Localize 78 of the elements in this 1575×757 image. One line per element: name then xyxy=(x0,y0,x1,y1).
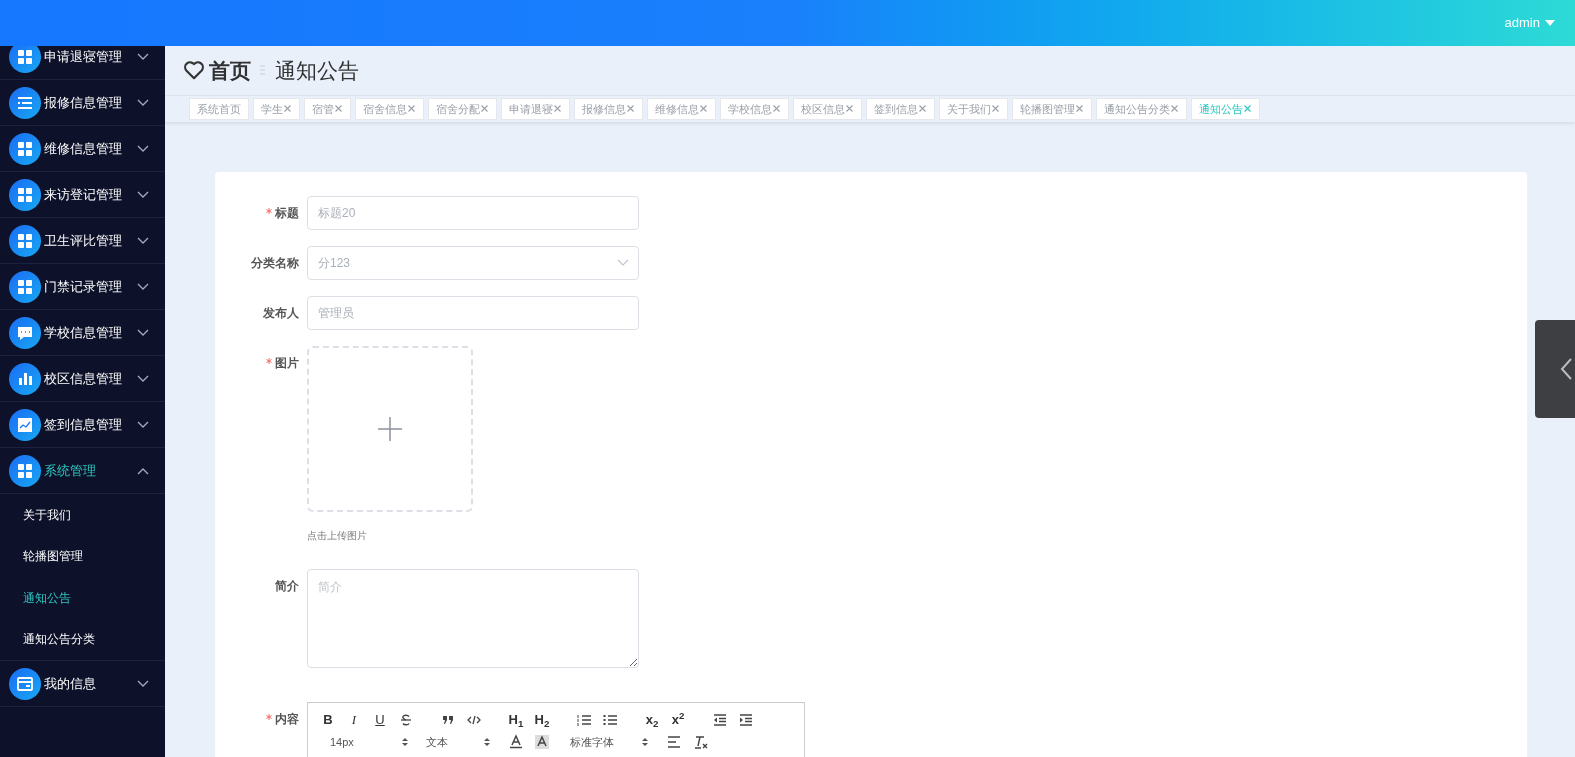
sidebar-item[interactable]: 维修信息管理 xyxy=(0,126,165,172)
submenu-item[interactable]: 通知公告分类 xyxy=(0,618,165,660)
format-button[interactable]: x$^{2}$ xyxy=(670,710,686,730)
sort-arrows-icon xyxy=(402,737,408,747)
highlight-icon[interactable] xyxy=(534,734,550,750)
field-label: 简介 xyxy=(275,578,299,595)
clear-format-icon[interactable] xyxy=(692,734,708,750)
chevron-down-icon xyxy=(137,236,149,245)
sidebar-item[interactable]: 系统管理 xyxy=(0,448,165,494)
sidebar-item[interactable]: 申请退寝管理 xyxy=(0,46,165,80)
chevron-down-icon xyxy=(137,679,149,688)
chat-icon xyxy=(9,316,41,349)
chevron-down-icon xyxy=(137,420,149,429)
field-label: 分类名称 xyxy=(251,255,299,272)
sidebar-item[interactable]: 校区信息管理 xyxy=(0,356,165,402)
side-panel-toggle[interactable] xyxy=(1535,320,1575,418)
chevron-down-icon xyxy=(137,282,149,291)
submenu-item[interactable]: 关于我们 xyxy=(0,494,165,536)
submenu-item[interactable]: 通知公告 xyxy=(0,577,165,619)
underline-button[interactable]: U xyxy=(372,710,388,730)
select-field[interactable]: 分123 xyxy=(307,246,639,280)
ordered-list-icon[interactable] xyxy=(576,712,592,728)
chevron-down-icon xyxy=(137,374,149,383)
field-label: 图片 xyxy=(275,355,299,372)
dropdown[interactable]: 文本 xyxy=(426,733,498,751)
format-button[interactable]: H$_{1}$ xyxy=(508,710,524,730)
bold-button[interactable]: B xyxy=(320,710,336,730)
chevron-down-icon xyxy=(137,98,149,107)
grid-icon xyxy=(9,178,41,211)
upload-hint: 点击上传图片 xyxy=(307,529,368,543)
sidebar-item[interactable]: 报修信息管理 xyxy=(0,80,165,126)
plus-icon xyxy=(377,416,403,442)
grid-icon xyxy=(9,132,41,165)
sidebar-item[interactable]: 我的信息 xyxy=(0,661,165,707)
grid-icon xyxy=(9,224,41,257)
grid-icon xyxy=(9,46,41,73)
dropdown[interactable]: 标准字体 xyxy=(570,733,656,751)
textarea-field[interactable]: 简介 xyxy=(307,569,639,668)
grid-icon xyxy=(9,270,41,303)
format-button[interactable]: H$_{2}$ xyxy=(534,710,550,730)
sort-arrows-icon xyxy=(484,737,490,747)
card-icon xyxy=(9,667,41,700)
caret-down-icon xyxy=(1545,20,1555,26)
chevron-down-icon xyxy=(617,259,629,267)
sidebar-item[interactable]: 签到信息管理 xyxy=(0,402,165,448)
outdent-icon[interactable] xyxy=(712,712,728,728)
field-label: 内容 xyxy=(275,711,299,728)
grid-icon xyxy=(9,454,41,487)
bar-chart-icon xyxy=(9,362,41,395)
font-color-icon[interactable] xyxy=(508,734,524,750)
italic-button[interactable]: I xyxy=(346,710,362,730)
chevron-down-icon xyxy=(137,328,149,337)
breadcrumb-home[interactable]: 首页 xyxy=(209,54,251,87)
chevron-up-icon xyxy=(137,466,149,475)
list-icon xyxy=(9,86,41,119)
line-chart-icon xyxy=(9,408,41,441)
chevron-down-icon xyxy=(137,190,149,199)
field-label: 标题 xyxy=(275,205,299,222)
input-field[interactable]: 标题20 xyxy=(307,196,639,230)
chevron-down-icon xyxy=(137,52,149,61)
sidebar-item[interactable]: 门禁记录管理 xyxy=(0,264,165,310)
sidebar-item[interactable]: 来访登记管理 xyxy=(0,172,165,218)
input-field[interactable]: 管理员 xyxy=(307,296,639,330)
align-left-icon[interactable] xyxy=(666,734,682,750)
chevron-down-icon xyxy=(137,144,149,153)
sidebar-item[interactable]: 卫生评比管理 xyxy=(0,218,165,264)
heart-icon xyxy=(183,60,205,81)
indent-icon[interactable] xyxy=(738,712,754,728)
submenu-item[interactable]: 轮播图管理 xyxy=(0,535,165,577)
breadcrumb-current: 通知公告 xyxy=(275,57,359,84)
strikethrough-icon[interactable] xyxy=(398,712,414,728)
bullet-list-icon[interactable] xyxy=(602,712,618,728)
sidebar-item[interactable]: 学校信息管理 xyxy=(0,310,165,356)
sort-arrows-icon xyxy=(642,737,648,747)
dropdown[interactable]: 14px xyxy=(330,733,416,751)
format-button[interactable]: x$_{2}$ xyxy=(644,710,660,730)
field-label: 发布人 xyxy=(263,305,299,322)
chevron-left-icon xyxy=(1559,357,1573,381)
